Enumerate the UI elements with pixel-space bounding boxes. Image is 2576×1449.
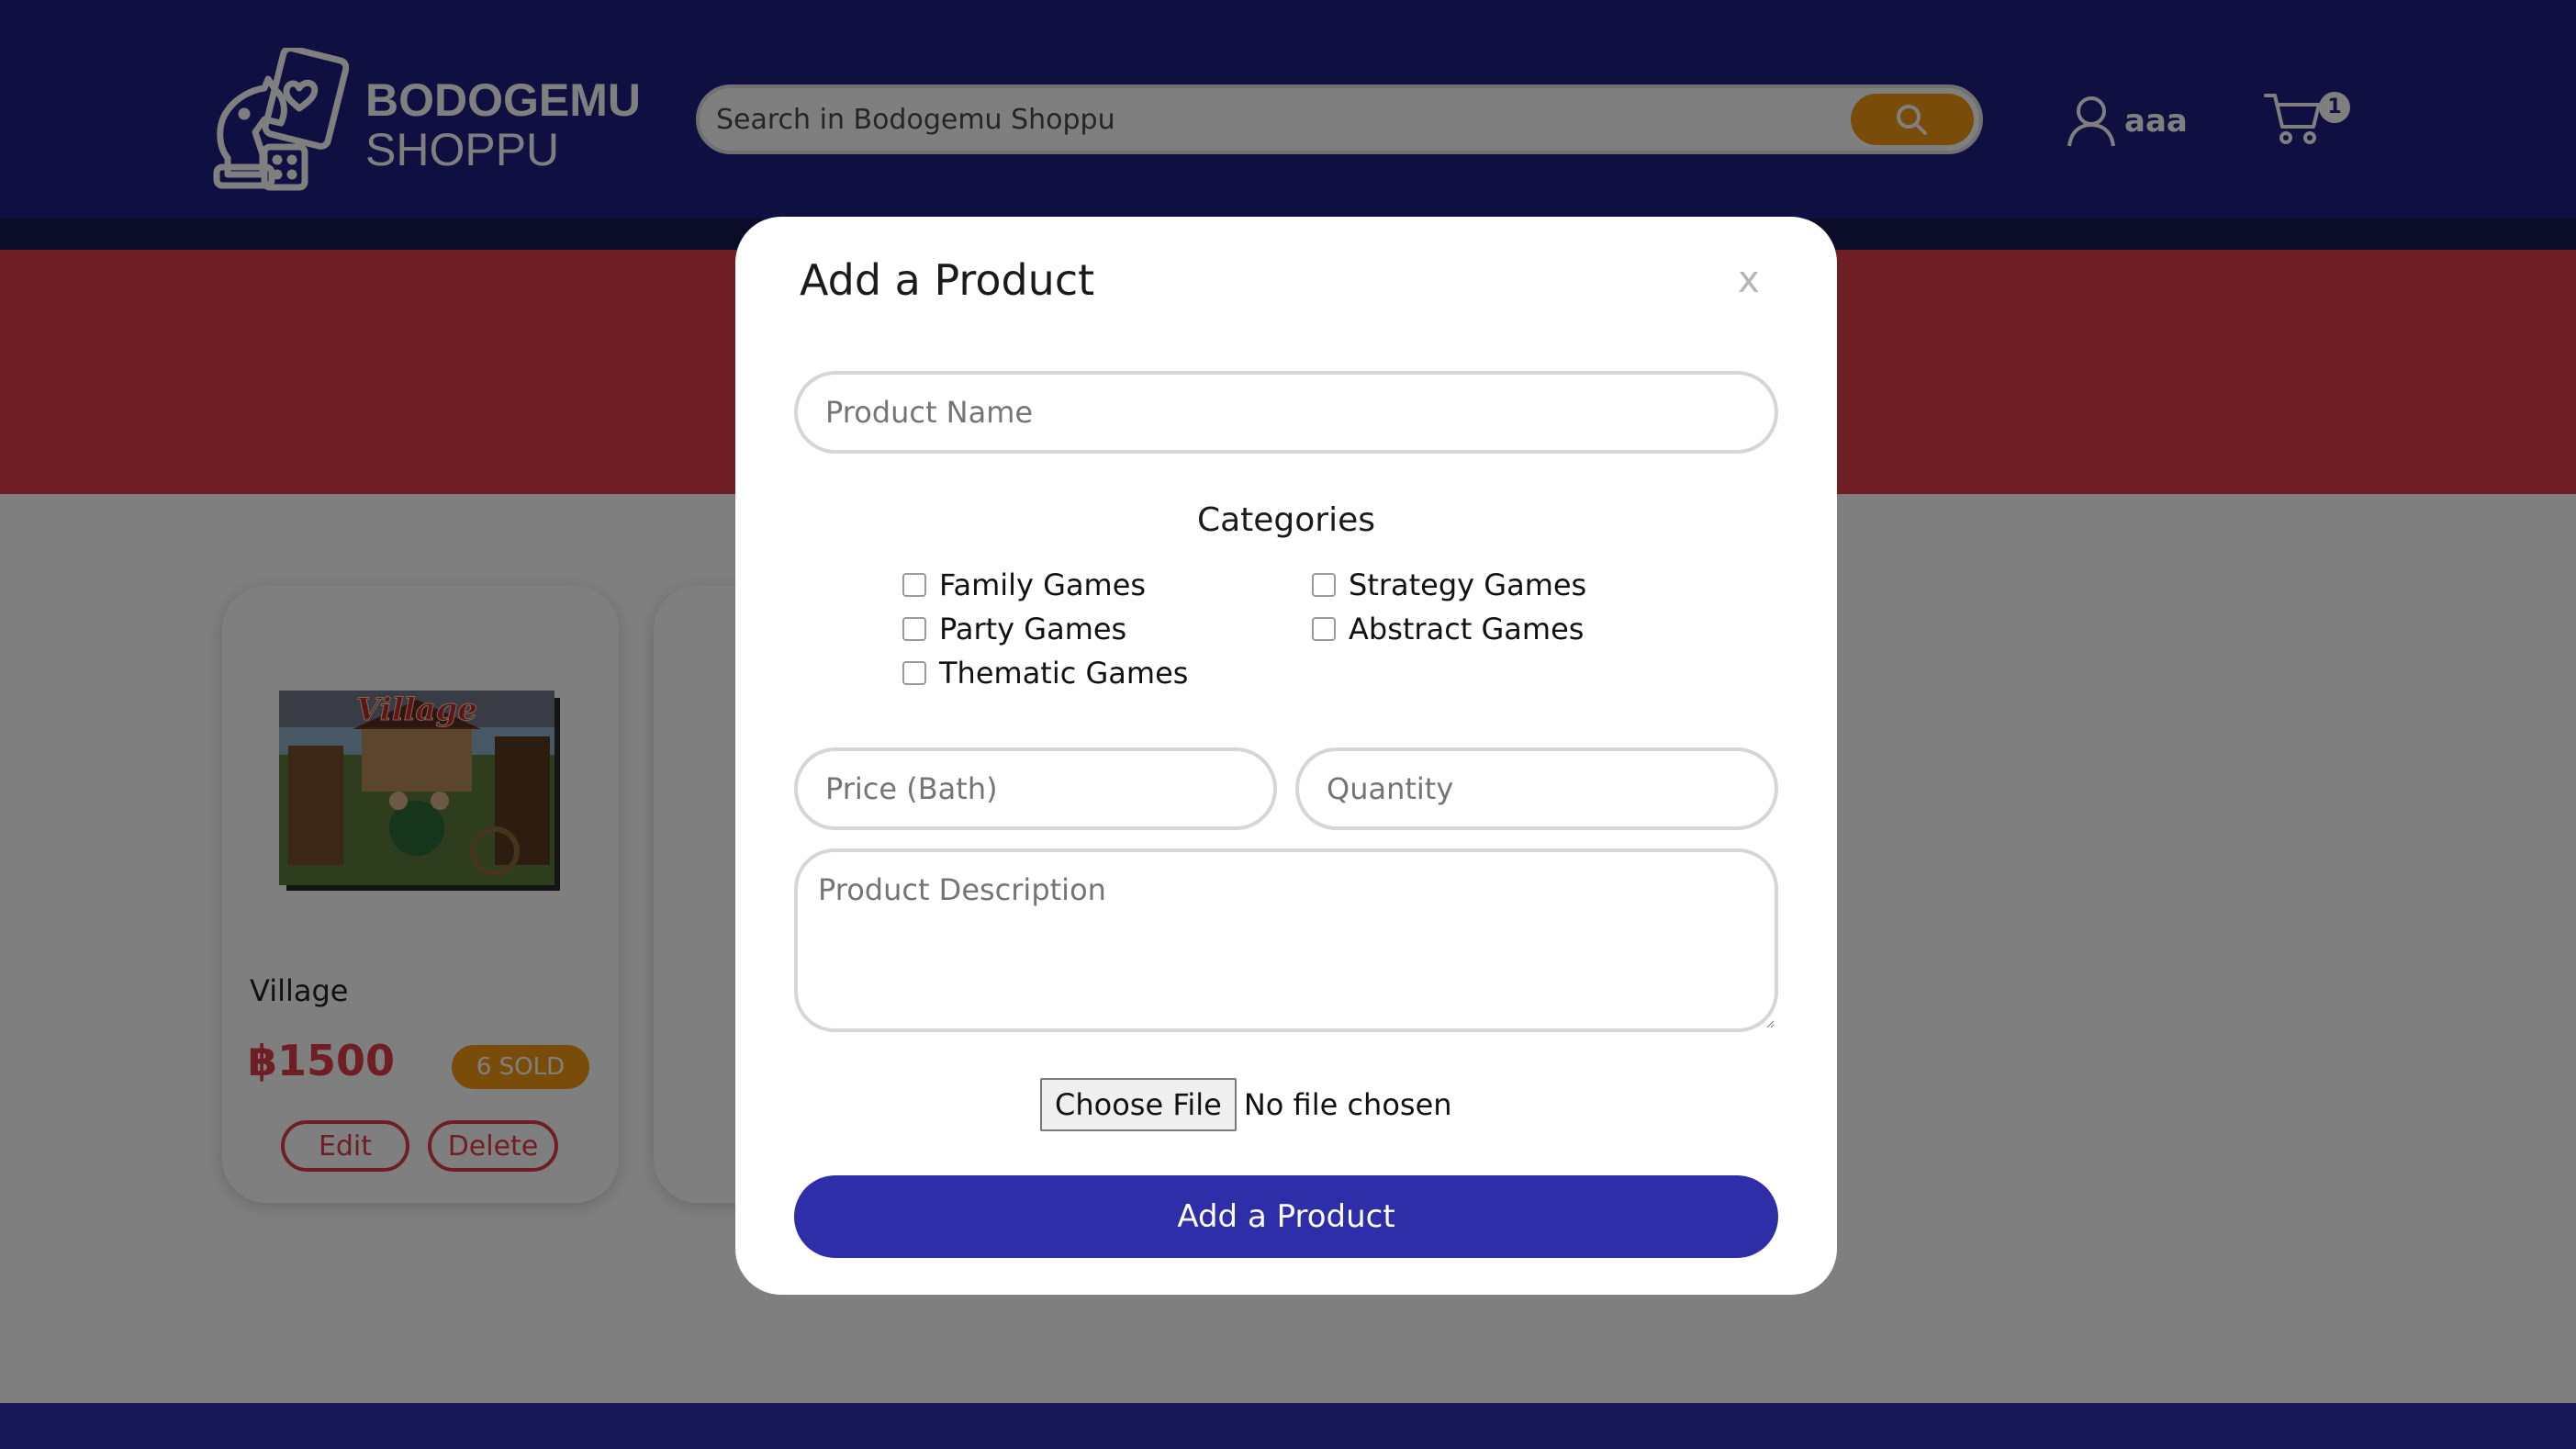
category-strategy-games[interactable]: Strategy Games	[1312, 567, 1586, 602]
category-checkbox[interactable]	[1312, 573, 1336, 597]
category-label: Strategy Games	[1349, 567, 1587, 602]
product-name-input[interactable]	[794, 371, 1778, 454]
category-label: Family Games	[939, 567, 1147, 602]
description-textarea[interactable]	[794, 848, 1778, 1032]
category-party-games[interactable]: Party Games	[902, 612, 1126, 646]
quantity-input[interactable]	[1295, 747, 1778, 830]
modal-title: Add a Product	[800, 255, 1095, 305]
add-product-modal: Add a Product x Categories Family Games …	[735, 217, 1837, 1295]
category-checkbox[interactable]	[902, 661, 926, 685]
price-input[interactable]	[794, 747, 1277, 830]
close-button[interactable]: x	[1738, 259, 1760, 301]
category-family-games[interactable]: Family Games	[902, 567, 1146, 602]
category-label: Party Games	[939, 612, 1127, 646]
category-label: Thematic Games	[939, 656, 1189, 691]
file-upload: Choose File No file chosen	[1040, 1078, 1452, 1131]
category-checkbox[interactable]	[902, 617, 926, 641]
file-status: No file chosen	[1243, 1087, 1452, 1122]
categories-heading: Categories	[1196, 501, 1376, 539]
category-thematic-games[interactable]: Thematic Games	[902, 656, 1188, 691]
category-label: Abstract Games	[1349, 612, 1585, 646]
choose-file-button[interactable]: Choose File	[1040, 1078, 1237, 1131]
category-abstract-games[interactable]: Abstract Games	[1312, 612, 1584, 646]
category-checkbox[interactable]	[1312, 617, 1336, 641]
category-checkbox[interactable]	[902, 573, 926, 597]
add-product-submit-button[interactable]: Add a Product	[794, 1175, 1778, 1258]
